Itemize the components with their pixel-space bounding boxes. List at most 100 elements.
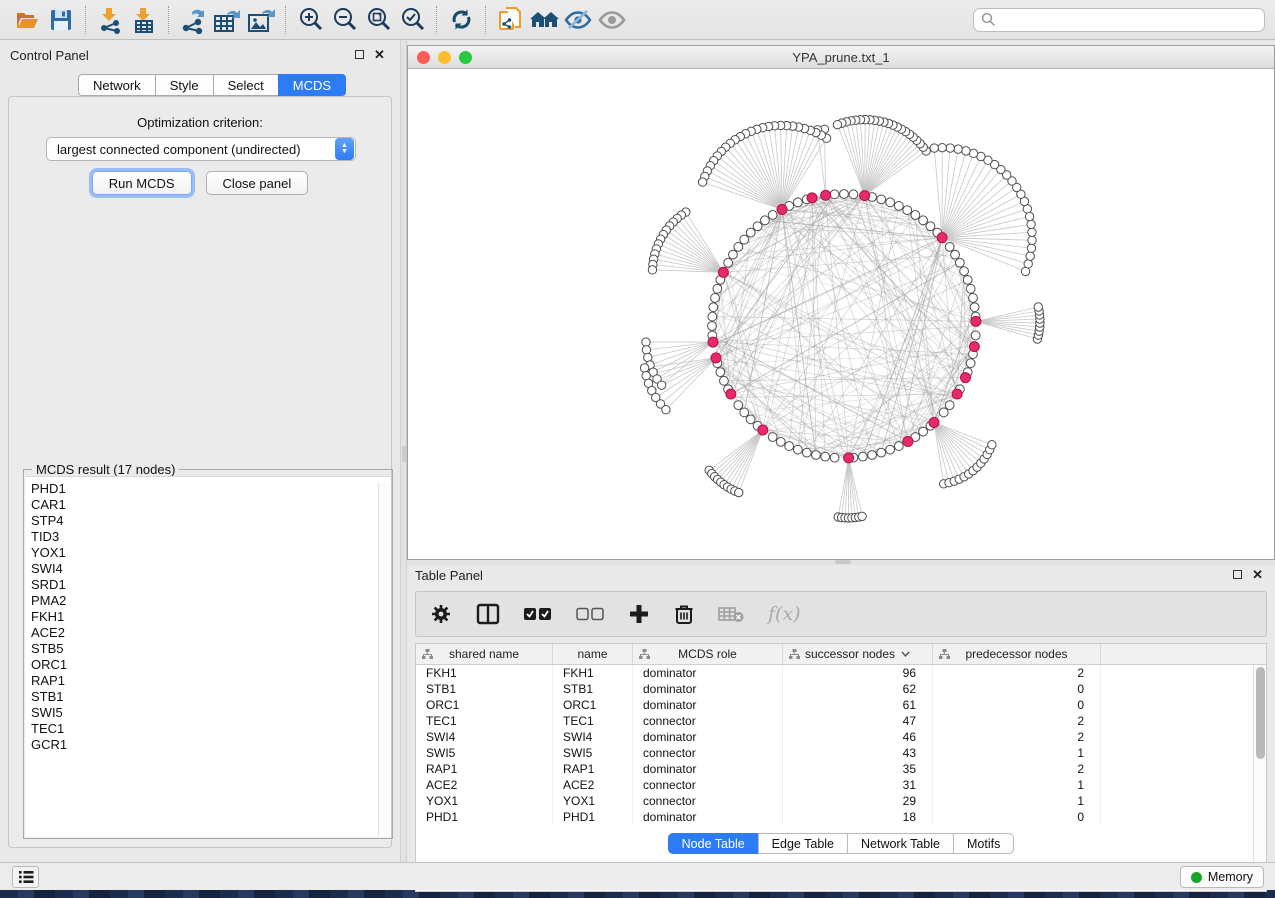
table-cell[interactable]: 29 [783,793,933,809]
table-cell[interactable]: 35 [783,761,933,777]
mcds-result-item[interactable]: STB5 [31,641,391,657]
table-cell[interactable]: SWI5 [416,745,553,761]
table-cell[interactable]: STB1 [553,681,633,697]
graph-node[interactable] [768,211,777,220]
delete-column-trash-icon[interactable] [674,603,694,625]
mcds-result-item[interactable]: PMA2 [31,593,391,609]
graph-node[interactable] [821,452,830,461]
deselect-all-columns-icon[interactable] [576,607,604,621]
table-cell[interactable]: SWI4 [553,729,633,745]
table-cell[interactable]: 0 [933,809,1101,825]
mcds-hub-node[interactable] [971,316,981,326]
graph-node[interactable] [642,338,650,346]
table-cell[interactable]: 0 [933,697,1101,713]
graph-node[interactable] [966,284,975,293]
table-cell[interactable]: SWI4 [416,729,553,745]
zoom-fit-icon[interactable] [361,4,395,36]
mcds-hub-node[interactable] [860,191,870,201]
mcds-result-item[interactable]: YOX1 [31,545,391,561]
mcds-result-item[interactable]: STP4 [31,513,391,529]
graph-node[interactable] [830,190,839,199]
graph-node[interactable] [753,222,762,231]
mcds-result-item[interactable]: RAP1 [31,673,391,689]
graph-node[interactable] [858,512,866,520]
table-cell[interactable]: YOX1 [416,793,553,809]
search-input[interactable] [996,13,1257,27]
graph-node[interactable] [970,303,979,312]
table-cell[interactable]: dominator [633,729,783,745]
graph-node[interactable] [793,445,802,454]
mcds-hub-node[interactable] [821,190,831,200]
table-cell[interactable]: 18 [783,809,933,825]
result-list-scrollbar[interactable] [378,483,391,836]
graph-node[interactable] [1028,228,1036,236]
scrollbar-thumb[interactable] [1256,667,1265,759]
tab-select[interactable]: Select [213,74,279,96]
mcds-hub-node[interactable] [903,436,913,446]
table-cell[interactable]: ACE2 [553,777,633,793]
vertical-splitter[interactable] [400,40,407,862]
table-cell[interactable]: ORC1 [416,697,553,713]
table-cell[interactable]: 43 [783,745,933,761]
table-cell[interactable]: ACE2 [416,777,553,793]
graph-node[interactable] [894,202,903,211]
memory-button[interactable]: Memory [1180,866,1264,888]
graph-node[interactable] [711,294,720,303]
houses-icon[interactable] [527,4,561,36]
table-cell[interactable]: dominator [633,665,783,681]
table-cell[interactable]: PHD1 [416,809,553,825]
table-row[interactable]: TEC1TEC1connector472 [416,713,1266,729]
hide-selected-eye-slash-icon[interactable] [561,4,595,36]
graph-node[interactable] [713,284,722,293]
graph-node[interactable] [1024,260,1032,268]
tab-network-table[interactable]: Network Table [847,833,954,854]
table-cell[interactable]: dominator [633,697,783,713]
mcds-result-item[interactable]: SWI4 [31,561,391,577]
graph-node[interactable] [946,144,954,152]
add-column-icon[interactable] [628,603,650,625]
table-cell[interactable]: FKH1 [416,665,553,681]
close-panel-icon[interactable]: ✕ [374,50,385,59]
graph-node[interactable] [963,275,972,284]
graph-node[interactable] [858,452,867,461]
table-cell[interactable]: TEC1 [553,713,633,729]
splitter-grip[interactable] [835,560,851,564]
graph-node[interactable] [919,427,928,436]
tab-network[interactable]: Network [78,74,156,96]
close-panel-icon[interactable]: ✕ [1252,570,1263,579]
graph-node[interactable] [877,448,886,457]
mcds-result-item[interactable]: PHD1 [31,481,391,497]
table-row[interactable]: ORC1ORC1dominator610 [416,697,1266,713]
graph-node[interactable] [724,258,733,267]
mcds-hub-node[interactable] [711,353,721,363]
mcds-result-item[interactable]: GCR1 [31,737,391,753]
optimization-criterion-select[interactable]: largest connected component (undirected)… [46,137,356,161]
graph-node[interactable] [945,242,954,251]
table-cell[interactable]: dominator [633,681,783,697]
table-cell[interactable]: SWI5 [553,745,633,761]
import-table-icon[interactable] [127,4,161,36]
graph-node[interactable] [746,228,755,237]
close-panel-button[interactable]: Close panel [206,171,309,195]
table-cell[interactable]: dominator [633,761,783,777]
graph-node[interactable] [868,451,877,460]
export-network-icon[interactable] [176,4,210,36]
table-cell[interactable]: 2 [933,761,1101,777]
table-cell[interactable]: 2 [933,729,1101,745]
graph-node[interactable] [877,195,886,204]
tab-motifs[interactable]: Motifs [953,833,1014,854]
graph-node[interactable] [840,190,849,199]
mcds-hub-node[interactable] [758,425,768,435]
mcds-result-list[interactable]: PHD1CAR1STP4TID3YOX1SWI4SRD1PMA2FKH1ACE2… [25,476,391,837]
tab-edge-table[interactable]: Edge Table [758,833,848,854]
graph-node[interactable] [760,216,769,225]
graph-node[interactable] [988,441,996,449]
table-cell[interactable]: ORC1 [553,697,633,713]
mcds-hub-node[interactable] [777,204,787,214]
graph-node[interactable] [1025,212,1033,220]
table-cell[interactable]: RAP1 [553,761,633,777]
mcds-hub-node[interactable] [961,373,971,383]
graph-node[interactable] [1027,244,1035,252]
table-cell[interactable]: 2 [933,713,1101,729]
graph-node[interactable] [740,408,749,417]
